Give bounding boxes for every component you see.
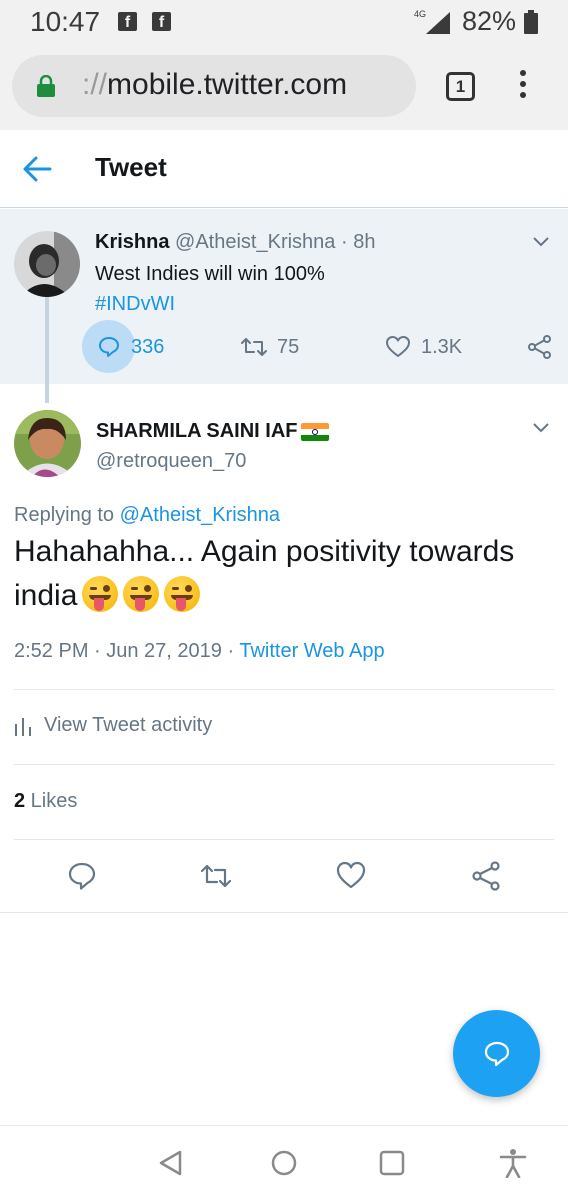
heart-icon[interactable] <box>335 860 367 892</box>
likes-summary[interactable]: 2 Likes <box>14 790 77 813</box>
divider <box>14 764 554 765</box>
back-triangle-icon[interactable] <box>156 1148 186 1178</box>
reply-icon[interactable] <box>66 860 98 892</box>
timestamp-text: 2:52 PM · Jun 27, 2019 · <box>14 640 240 662</box>
status-right: 4G 82% <box>412 6 538 37</box>
hashtag-link[interactable]: #INDvWI <box>95 293 175 316</box>
author-handle: @Atheist_Krishna <box>175 231 336 253</box>
compose-reply-fab[interactable] <box>453 1010 540 1097</box>
author-name: Krishna <box>95 231 170 253</box>
url-host: mobile.twitter.com <box>107 68 348 101</box>
accessibility-icon[interactable] <box>498 1148 528 1178</box>
retweet-icon[interactable] <box>200 860 232 892</box>
svg-text:4G: 4G <box>414 9 426 19</box>
divider <box>0 912 568 913</box>
tab-switcher-button[interactable]: 1 <box>446 72 475 101</box>
status-time: 10:47 <box>30 6 101 37</box>
system-nav-bar <box>0 1125 568 1200</box>
like-count: 1.3K <box>421 335 463 358</box>
retweet-count: 75 <box>277 335 300 358</box>
tweet-timestamp: 2:52 PM · Jun 27, 2019 · Twitter Web App <box>14 640 385 663</box>
parent-tweet-text: West Indies will win 100% <box>95 263 325 285</box>
battery-icon <box>524 9 538 34</box>
chevron-down-icon[interactable] <box>532 421 550 435</box>
lock-icon <box>37 75 55 97</box>
browser-menu-button[interactable] <box>514 70 532 104</box>
status-bar: 10:47 f f 4G 82% <box>0 0 568 44</box>
replying-to: Replying to @Atheist_Krishna <box>14 504 280 527</box>
recents-square-icon[interactable] <box>377 1148 407 1178</box>
likes-label: Likes <box>25 790 78 812</box>
thread-connector <box>45 297 49 403</box>
avatar-image <box>14 231 80 297</box>
share-icon[interactable] <box>470 860 502 892</box>
replying-to-link[interactable]: @Atheist_Krishna <box>120 504 280 526</box>
author-name: SHARMILA SAINI IAF <box>96 420 298 442</box>
retweet-icon <box>241 338 267 356</box>
address-bar[interactable]: ://mobile.twitter.com <box>12 55 416 117</box>
chevron-down-icon[interactable] <box>532 235 550 249</box>
signal-icon: 4G <box>414 9 450 34</box>
tweet-age: 8h <box>353 231 376 253</box>
back-arrow-icon[interactable] <box>22 152 52 186</box>
meta-separator: · <box>335 231 354 253</box>
reply-icon <box>99 337 119 357</box>
tweet-source-link[interactable]: Twitter Web App <box>239 640 384 662</box>
page-title: Tweet <box>95 152 167 182</box>
browser-toolbar: ://mobile.twitter.com 1 <box>0 44 568 130</box>
divider <box>14 839 554 840</box>
facebook-icon: f <box>118 12 137 31</box>
parent-tweet[interactable]: Krishna @Atheist_Krishna · 8h West Indie… <box>0 209 568 384</box>
tweet-author-handle[interactable]: @retroqueen_70 <box>96 450 246 473</box>
india-flag-icon <box>301 422 330 441</box>
avatar-image <box>14 410 81 477</box>
like-button[interactable]: 1.3K <box>385 335 462 359</box>
winking-tongue-emoji-icon <box>82 576 119 612</box>
reply-button[interactable]: 336 <box>97 335 164 359</box>
winking-tongue-emoji-icon <box>164 576 201 612</box>
bar-chart-icon <box>15 717 31 736</box>
retweet-button[interactable]: 75 <box>241 335 299 359</box>
winking-tongue-emoji-icon <box>123 576 160 612</box>
share-button[interactable] <box>527 335 553 359</box>
avatar[interactable] <box>14 231 80 297</box>
replying-prefix: Replying to <box>14 504 120 526</box>
battery-percent: 82% <box>461 6 516 36</box>
tweet-action-bar <box>0 860 568 900</box>
facebook-icon: f <box>152 12 171 31</box>
divider <box>14 689 554 690</box>
tweet-text: Hahahahha... Again positivity towards in… <box>14 530 554 618</box>
share-icon <box>528 335 551 359</box>
heart-icon <box>386 336 410 357</box>
url-scheme: :// <box>82 68 108 101</box>
avatar[interactable] <box>14 410 81 477</box>
page-header: Tweet <box>0 130 568 208</box>
reply-count: 336 <box>131 335 165 358</box>
tweet-author-name[interactable]: SHARMILA SAINI IAF <box>96 420 330 443</box>
activity-label: View Tweet activity <box>44 714 213 736</box>
home-circle-icon[interactable] <box>269 1148 299 1178</box>
parent-tweet-author[interactable]: Krishna @Atheist_Krishna · 8h <box>95 231 375 254</box>
reply-icon <box>484 1041 509 1066</box>
likes-count: 2 <box>14 790 26 812</box>
url-text[interactable]: ://mobile.twitter.com <box>82 68 347 102</box>
view-tweet-activity-button[interactable]: View Tweet activity <box>14 714 212 737</box>
